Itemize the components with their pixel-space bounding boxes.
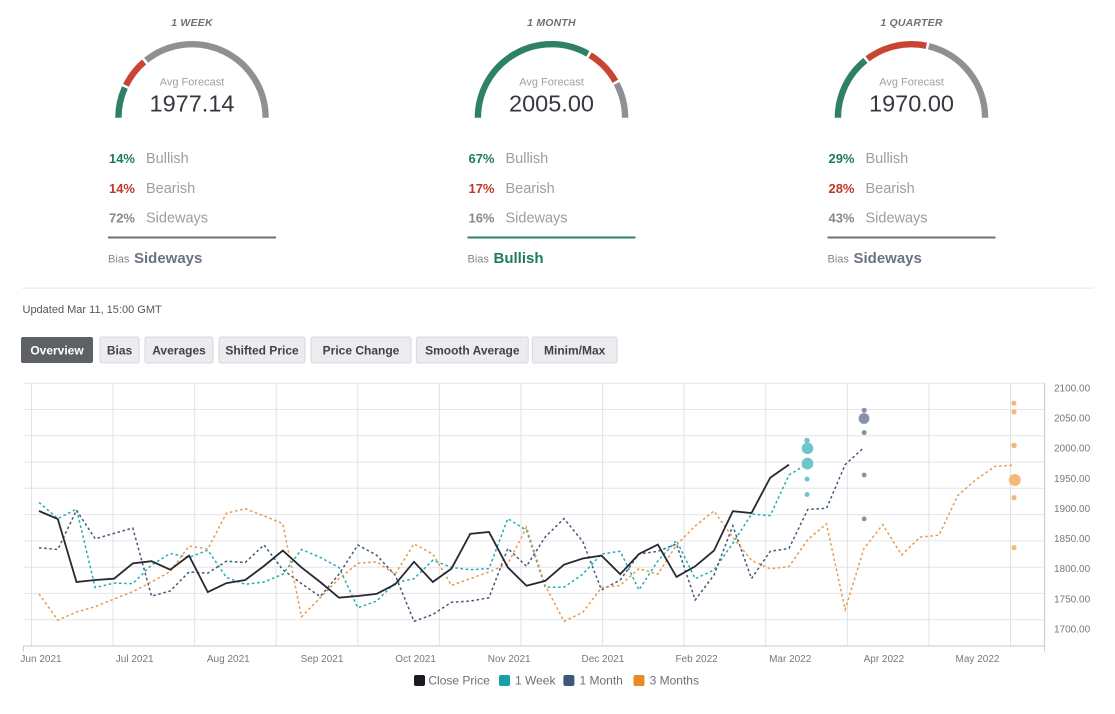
svg-text:72%: 72%	[109, 210, 135, 225]
svg-text:14%: 14%	[109, 181, 135, 196]
svg-text:1700.00: 1700.00	[1054, 625, 1091, 636]
svg-text:Averages: Averages	[152, 344, 206, 358]
svg-text:2100.00: 2100.00	[1054, 383, 1091, 394]
svg-text:Avg Forecast: Avg Forecast	[519, 76, 584, 88]
svg-text:1 Month: 1 Month	[580, 674, 623, 688]
svg-text:29%: 29%	[828, 151, 854, 166]
svg-text:1 WEEK: 1 WEEK	[171, 17, 214, 29]
svg-text:Avg Forecast: Avg Forecast	[879, 76, 944, 88]
svg-text:Bias: Bias	[107, 344, 133, 358]
svg-text:Dec 2021: Dec 2021	[581, 654, 624, 665]
svg-text:Bearish: Bearish	[506, 181, 555, 197]
svg-text:Smooth Average: Smooth Average	[425, 344, 520, 358]
svg-text:Bullish: Bullish	[494, 250, 544, 267]
svg-text:Sideways: Sideways	[146, 210, 208, 226]
svg-text:1850.00: 1850.00	[1054, 534, 1091, 545]
svg-text:Updated Mar 11, 15:00 GMT: Updated Mar 11, 15:00 GMT	[23, 304, 162, 316]
svg-text:Bias: Bias	[828, 254, 850, 266]
svg-text:Sideways: Sideways	[134, 250, 202, 267]
svg-text:Bullish: Bullish	[506, 151, 549, 167]
svg-text:Feb 2022: Feb 2022	[675, 654, 718, 665]
svg-text:Nov 2021: Nov 2021	[488, 654, 531, 665]
svg-text:Mar 2022: Mar 2022	[769, 654, 812, 665]
svg-text:1800.00: 1800.00	[1054, 564, 1091, 575]
svg-text:Apr 2022: Apr 2022	[864, 654, 905, 665]
svg-text:1900.00: 1900.00	[1054, 504, 1091, 515]
svg-text:1970.00: 1970.00	[869, 91, 954, 117]
svg-text:Sideways: Sideways	[866, 210, 928, 226]
svg-text:17%: 17%	[468, 181, 494, 196]
svg-text:Bias: Bias	[108, 254, 130, 266]
svg-text:43%: 43%	[828, 210, 854, 225]
svg-text:Bullish: Bullish	[866, 151, 909, 167]
svg-text:Bearish: Bearish	[146, 181, 195, 197]
svg-text:Sep 2021: Sep 2021	[301, 654, 344, 665]
svg-text:2050.00: 2050.00	[1054, 413, 1091, 424]
svg-text:1750.00: 1750.00	[1054, 594, 1091, 605]
svg-text:1950.00: 1950.00	[1054, 474, 1091, 485]
svg-text:Shifted Price: Shifted Price	[225, 344, 299, 358]
svg-text:16%: 16%	[468, 210, 494, 225]
svg-text:Sideways: Sideways	[854, 250, 922, 267]
svg-text:Jun 2021: Jun 2021	[20, 654, 62, 665]
svg-text:Oct 2021: Oct 2021	[395, 654, 436, 665]
svg-text:Overview: Overview	[30, 344, 84, 358]
svg-text:1 Week: 1 Week	[515, 674, 556, 688]
svg-text:2000.00: 2000.00	[1054, 444, 1091, 455]
svg-text:Jul 2021: Jul 2021	[116, 654, 154, 665]
svg-text:Minim/Max: Minim/Max	[544, 344, 606, 358]
svg-text:May 2022: May 2022	[956, 654, 1000, 665]
svg-text:28%: 28%	[828, 181, 854, 196]
svg-text:Close Price: Close Price	[428, 674, 490, 688]
svg-text:Price Change: Price Change	[323, 344, 400, 358]
svg-text:Bearish: Bearish	[866, 181, 915, 197]
svg-text:14%: 14%	[109, 151, 135, 166]
svg-text:Aug 2021: Aug 2021	[207, 654, 250, 665]
svg-text:2005.00: 2005.00	[509, 91, 594, 117]
svg-text:Bias: Bias	[468, 254, 490, 266]
svg-text:1977.14: 1977.14	[150, 91, 235, 117]
svg-text:1 MONTH: 1 MONTH	[527, 17, 576, 29]
svg-text:1 QUARTER: 1 QUARTER	[880, 17, 942, 29]
svg-text:Bullish: Bullish	[146, 151, 189, 167]
svg-text:3 Months: 3 Months	[650, 674, 699, 688]
svg-text:Sideways: Sideways	[506, 210, 568, 226]
svg-text:67%: 67%	[468, 151, 494, 166]
svg-text:Avg Forecast: Avg Forecast	[160, 76, 225, 88]
